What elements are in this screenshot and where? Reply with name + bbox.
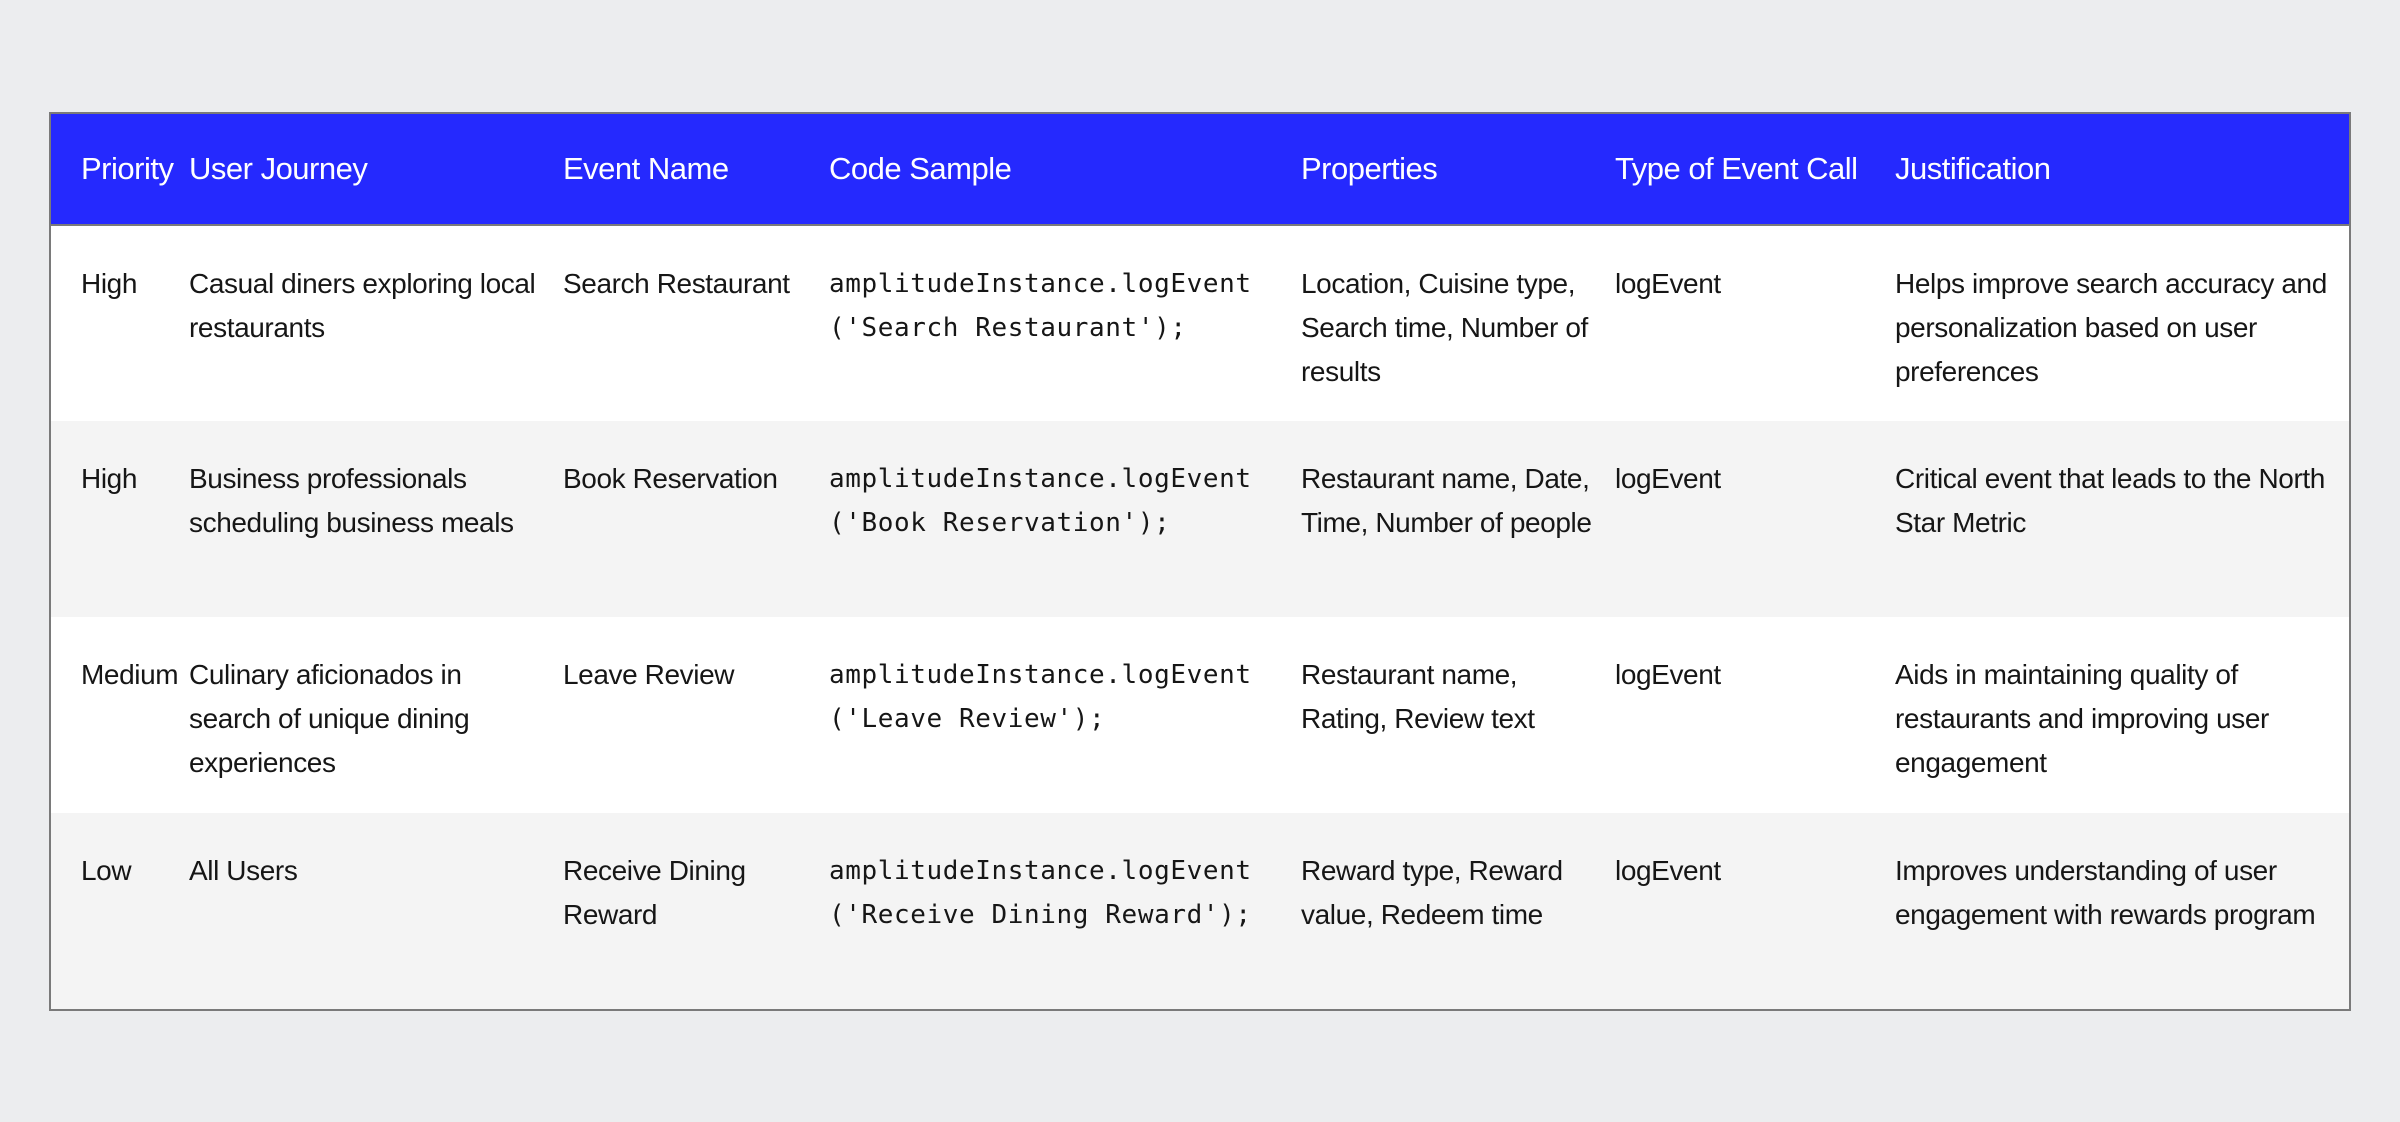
event-table: Priority User Journey Event Name Code Sa… — [51, 114, 2349, 1009]
header-row: Priority User Journey Event Name Code Sa… — [51, 114, 2349, 225]
cell-event-name: Receive Dining Reward — [563, 855, 746, 930]
header-justification: Justification — [1895, 151, 2051, 186]
cell-priority: High — [81, 268, 137, 299]
cell-user-journey: Business professionals scheduling busine… — [189, 463, 514, 538]
cell-properties: Restaurant name, Rating, Review text — [1301, 659, 1535, 734]
cell-justification: Helps improve search accuracy and person… — [1895, 268, 2327, 387]
table-row: Low All Users Receive Dining Reward ampl… — [51, 813, 2349, 1009]
table-body: High Casual diners exploring local resta… — [51, 225, 2349, 1009]
cell-event-call-type: logEvent — [1615, 463, 1721, 494]
cell-event-call-type: logEvent — [1615, 659, 1721, 690]
cell-properties: Location, Cuisine type, Search time, Num… — [1301, 268, 1588, 387]
cell-code-sample: amplitudeInstance.logEvent ('Leave Revie… — [829, 660, 1252, 734]
event-tracking-table: Priority User Journey Event Name Code Sa… — [49, 112, 2351, 1011]
cell-code-sample: amplitudeInstance.logEvent ('Book Reserv… — [829, 464, 1252, 538]
cell-event-name: Book Reservation — [563, 463, 778, 494]
header-priority: Priority — [81, 151, 174, 186]
header-user-journey: User Journey — [189, 151, 368, 186]
table-row: Medium Culinary aficionados in search of… — [51, 617, 2349, 813]
header-code-sample: Code Sample — [829, 151, 1012, 186]
cell-justification: Improves understanding of user engagemen… — [1895, 855, 2316, 930]
cell-justification: Critical event that leads to the North S… — [1895, 463, 2325, 538]
cell-event-name: Search Restaurant — [563, 268, 790, 299]
header-event-name: Event Name — [563, 151, 729, 186]
table-row: High Casual diners exploring local resta… — [51, 225, 2349, 421]
header-event-call-type: Type of Event Call — [1615, 151, 1858, 186]
cell-user-journey: Culinary aficionados in search of unique… — [189, 659, 470, 778]
cell-event-name: Leave Review — [563, 659, 735, 690]
header-properties: Properties — [1301, 151, 1438, 186]
cell-priority: High — [81, 463, 137, 494]
table-header: Priority User Journey Event Name Code Sa… — [51, 114, 2349, 225]
cell-justification: Aids in maintaining quality of restauran… — [1895, 659, 2269, 778]
cell-properties: Restaurant name, Date, Time, Number of p… — [1301, 463, 1592, 538]
cell-properties: Reward type, Reward value, Redeem time — [1301, 855, 1563, 930]
cell-user-journey: All Users — [189, 855, 298, 886]
cell-event-call-type: logEvent — [1615, 268, 1721, 299]
cell-priority: Medium — [81, 659, 179, 690]
cell-priority: Low — [81, 855, 132, 886]
cell-code-sample: amplitudeInstance.logEvent ('Receive Din… — [829, 856, 1252, 930]
cell-code-sample: amplitudeInstance.logEvent ('Search Rest… — [829, 269, 1252, 343]
table-row: High Business professionals scheduling b… — [51, 421, 2349, 617]
cell-user-journey: Casual diners exploring local restaurant… — [189, 268, 536, 343]
cell-event-call-type: logEvent — [1615, 855, 1721, 886]
